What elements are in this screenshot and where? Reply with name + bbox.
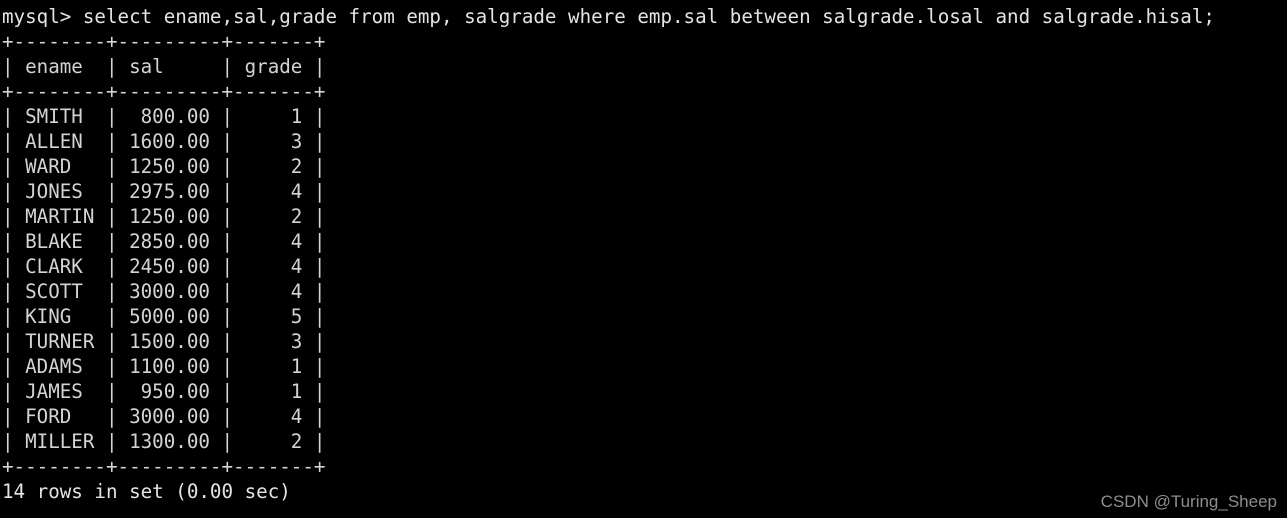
table-row: | SCOTT | 3000.00 | 4 | (2, 280, 326, 303)
table-row: | MILLER | 1300.00 | 2 | (2, 430, 326, 453)
sql-prompt-line: mysql> select ename,sal,grade from emp, … (2, 5, 1215, 28)
table-row: | JONES | 2975.00 | 4 | (2, 180, 326, 203)
terminal-window[interactable]: mysql> select ename,sal,grade from emp, … (0, 0, 1287, 518)
table-row: | WARD | 1250.00 | 2 | (2, 155, 326, 178)
table-row: | SMITH | 800.00 | 1 | (2, 105, 326, 128)
table-border-bottom: +--------+---------+-------+ (2, 455, 326, 478)
result-status-line: 14 rows in set (0.00 sec) (2, 480, 291, 503)
watermark: CSDN @Turing_Sheep (1100, 492, 1277, 511)
table-row: | JAMES | 950.00 | 1 | (2, 380, 326, 403)
table-row: | ADAMS | 1100.00 | 1 | (2, 355, 326, 378)
table-row: | TURNER | 1500.00 | 3 | (2, 330, 326, 353)
table-border-header: +--------+---------+-------+ (2, 80, 326, 103)
table-row: | MARTIN | 1250.00 | 2 | (2, 205, 326, 228)
table-row: | CLARK | 2450.00 | 4 | (2, 255, 326, 278)
table-row: | BLAKE | 2850.00 | 4 | (2, 230, 326, 253)
table-header-row: | ename | sal | grade | (2, 55, 326, 78)
table-row: | ALLEN | 1600.00 | 3 | (2, 130, 326, 153)
table-border-top: +--------+---------+-------+ (2, 30, 326, 53)
table-body: | SMITH | 800.00 | 1 | | ALLEN | 1600.00 … (2, 104, 1287, 454)
table-row: | KING | 5000.00 | 5 | (2, 305, 326, 328)
table-row: | FORD | 3000.00 | 4 | (2, 405, 326, 428)
